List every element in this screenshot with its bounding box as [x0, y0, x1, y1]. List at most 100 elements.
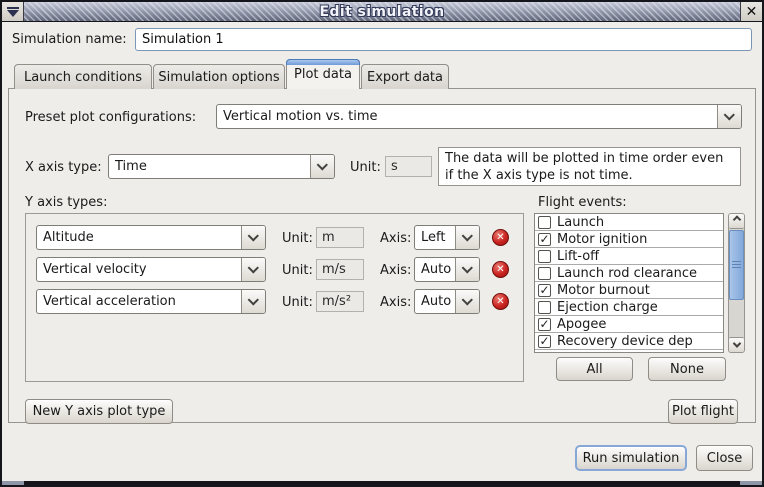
y-axis-type-value: Vertical acceleration — [37, 290, 241, 313]
preset-label: Preset plot configurations: — [25, 110, 196, 125]
unit-field: m/s² — [316, 291, 364, 312]
y-axis-type-combobox[interactable]: Altitude — [36, 225, 266, 250]
resize-grip-left[interactable] — [2, 481, 24, 485]
checkbox-icon[interactable] — [538, 250, 551, 263]
y-axis-type-value: Altitude — [37, 226, 241, 249]
chevron-down-icon — [723, 109, 734, 120]
checkbox-icon[interactable] — [538, 301, 551, 314]
axis-combobox[interactable]: Auto — [414, 289, 480, 314]
flight-event-label: Launch — [557, 215, 604, 230]
unit-field: m/s — [316, 259, 364, 280]
chevron-up-icon — [732, 215, 740, 223]
delete-row-button[interactable]: ✕ — [492, 261, 509, 278]
close-button[interactable]: Close — [696, 445, 753, 471]
checkbox-icon[interactable]: ✓ — [538, 318, 551, 331]
new-y-axis-button[interactable]: New Y axis plot type — [25, 399, 173, 424]
y-axis-types-label: Y axis types: — [25, 195, 107, 210]
flight-event-row[interactable]: Lift-off — [535, 248, 723, 265]
plot-data-panel: Preset plot configurations: Vertical mot… — [8, 88, 756, 423]
all-button[interactable]: All — [556, 357, 633, 381]
chevron-down-icon — [316, 159, 327, 170]
chevron-down-icon — [732, 339, 740, 347]
x-unit-label: Unit: — [350, 160, 381, 175]
flight-events-scrollbar[interactable] — [728, 213, 745, 353]
flight-event-row[interactable]: Ejection charge — [535, 299, 723, 316]
none-button[interactable]: None — [648, 357, 726, 381]
chevron-down-icon — [461, 294, 472, 305]
tab-simulation-options[interactable]: Simulation options — [153, 64, 285, 89]
tab-launch-conditions[interactable]: Launch conditions — [14, 64, 152, 89]
flight-event-label: Motor burnout — [557, 283, 650, 298]
checkbox-icon[interactable]: ✓ — [538, 335, 551, 348]
chevron-down-icon — [247, 230, 258, 241]
flight-event-row[interactable]: Launch — [535, 214, 723, 231]
unit-label: Unit: — [282, 231, 313, 246]
window-title: Edit simulation — [320, 4, 445, 20]
resize-grip-right[interactable] — [740, 481, 762, 485]
title-bar[interactable]: Edit simulation ✕ — [2, 2, 762, 22]
preset-combobox[interactable]: Vertical motion vs. time — [216, 104, 742, 129]
axis-label: Axis: — [380, 295, 411, 310]
unit-field: m — [316, 227, 364, 248]
x-axis-label: X axis type: — [25, 160, 102, 175]
y-axis-groupbox: Altitude Unit: m Axis: Left ✕ Vertical v… — [25, 213, 524, 382]
tab-bar: Launch conditions Simulation options Plo… — [14, 59, 449, 89]
scroll-up-button[interactable] — [729, 214, 744, 229]
delete-icon: ✕ — [496, 232, 504, 243]
axis-value: Auto — [415, 290, 455, 313]
axis-combobox[interactable]: Left — [414, 225, 480, 250]
delete-icon: ✕ — [496, 264, 504, 275]
simulation-name-label: Simulation name: — [12, 32, 127, 47]
flight-events-label: Flight events: — [538, 195, 627, 210]
tab-plot-data[interactable]: Plot data — [286, 59, 360, 89]
tab-export-data[interactable]: Export data — [361, 64, 449, 89]
flight-event-label: Launch rod clearance — [557, 266, 697, 281]
chevron-down-icon — [247, 294, 258, 305]
delete-row-button[interactable]: ✕ — [492, 229, 509, 246]
x-axis-value: Time — [109, 155, 310, 178]
simulation-name-input[interactable] — [135, 28, 752, 51]
delete-row-button[interactable]: ✕ — [492, 293, 509, 310]
x-axis-combobox[interactable]: Time — [108, 154, 335, 179]
chevron-down-icon — [247, 262, 258, 273]
checkbox-icon[interactable]: ✓ — [538, 233, 551, 246]
flight-event-label: Apogee — [557, 317, 606, 332]
y-axis-type-combobox[interactable]: Vertical velocity — [36, 257, 266, 282]
axis-combobox[interactable]: Auto — [414, 257, 480, 282]
chevron-down-icon — [461, 230, 472, 241]
unit-label: Unit: — [282, 295, 313, 310]
run-simulation-button[interactable]: Run simulation — [575, 445, 687, 471]
edit-simulation-dialog: Edit simulation ✕ Simulation name: Launc… — [0, 0, 764, 487]
delete-icon: ✕ — [496, 296, 504, 307]
unit-label: Unit: — [282, 263, 313, 278]
flight-event-row[interactable]: ✓ Motor burnout — [535, 282, 723, 299]
checkbox-icon[interactable] — [538, 267, 551, 280]
flight-events-list: Launch ✓ Motor ignition Lift-off Launch … — [534, 213, 724, 353]
scrollbar-thumb[interactable] — [729, 230, 744, 300]
flight-event-label: Motor ignition — [557, 232, 647, 247]
x-unit-field: s — [385, 156, 432, 177]
axis-label: Axis: — [380, 231, 411, 246]
window-menu-button[interactable] — [2, 2, 24, 21]
flight-event-row[interactable]: ✓ Motor ignition — [535, 231, 723, 248]
y-axis-type-combobox[interactable]: Vertical acceleration — [36, 289, 266, 314]
flight-event-label: Recovery device dep — [557, 334, 693, 349]
checkbox-icon[interactable] — [538, 216, 551, 229]
time-order-note: The data will be plotted in time order e… — [438, 147, 741, 186]
flight-event-label: Lift-off — [557, 249, 599, 264]
chevron-down-icon — [461, 262, 472, 273]
checkbox-icon[interactable]: ✓ — [538, 284, 551, 297]
window-close-button[interactable]: ✕ — [740, 2, 762, 21]
scroll-down-button[interactable] — [729, 337, 744, 352]
window-menu-icon — [7, 7, 19, 17]
grip-icon — [732, 261, 741, 269]
flight-event-row[interactable]: ✓ Recovery device dep — [535, 333, 723, 350]
flight-event-row[interactable]: ✓ Apogee — [535, 316, 723, 333]
y-axis-type-value: Vertical velocity — [37, 258, 241, 281]
axis-label: Axis: — [380, 263, 411, 278]
flight-event-label: Ejection charge — [557, 300, 658, 315]
preset-value: Vertical motion vs. time — [217, 105, 717, 128]
flight-event-row[interactable]: Launch rod clearance — [535, 265, 723, 282]
axis-value: Left — [415, 226, 455, 249]
plot-flight-button[interactable]: Plot flight — [668, 399, 738, 424]
